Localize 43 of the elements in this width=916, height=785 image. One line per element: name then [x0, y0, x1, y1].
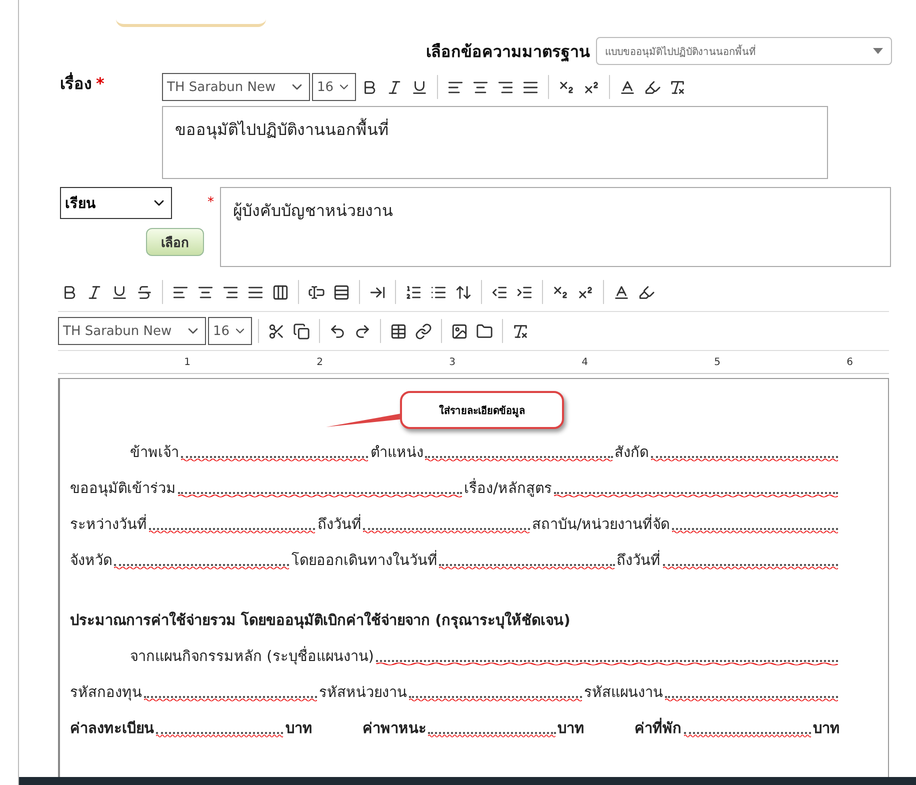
- document-text: ระหว่างวันที่: [70, 512, 147, 535]
- document-text: ค่าพาหนะ: [362, 720, 426, 739]
- dropdown-caret-icon: [873, 48, 883, 54]
- document-text: ข้าพเจ้า: [130, 444, 179, 463]
- required-mark: *: [208, 195, 214, 210]
- ruler-number: 3: [448, 356, 456, 368]
- document-text: บาท: [812, 720, 840, 739]
- ruler-number: 2: [316, 356, 323, 368]
- subject-field[interactable]: ขออนุมัติไปปฏิบัติงานนอกพื้นที่: [162, 106, 828, 179]
- required-mark: *: [96, 74, 104, 93]
- document-text: รหัสหน่วยงาน: [319, 684, 407, 703]
- standard-text-label: เลือกข้อความมาตรฐาน: [426, 40, 590, 64]
- document-text: บาท: [285, 720, 312, 739]
- callout-note: ใส่รายละเอียดข้อมูล: [400, 391, 564, 429]
- size-select[interactable]: 16: [312, 73, 356, 101]
- document-text: บาท: [558, 720, 585, 739]
- document-text: สถาบัน/หน่วยงานที่จัด: [532, 512, 670, 535]
- document-text: ค่าที่พัก: [634, 716, 682, 739]
- font-select[interactable]: TH Sarabun New: [162, 73, 310, 101]
- document-text: ขออนุมัติเข้าร่วม: [70, 480, 176, 499]
- font-select[interactable]: TH Sarabun New: [58, 317, 206, 345]
- document-text: ประมาณการค่าใช้จ่ายรวม โดยขออนุมัติเบิกค่าใช้จ่ายจาก (กรุณาระบุให้ชัดเจน): [70, 610, 570, 631]
- document-text: ถึงวันที่: [317, 512, 362, 535]
- ruler-number: 5: [713, 356, 720, 368]
- subject-label: เรื่อง: [60, 74, 92, 93]
- document-text: โดยออกเดินทางในวันที่: [291, 548, 438, 571]
- document-text: จังหวัด: [70, 552, 112, 571]
- standard-text-dropdown[interactable]: แบบขออนุมัติไปปฏิบัติงานนอกพื้นที่: [596, 37, 892, 65]
- document-text: จากแผนกิจกรรมหลัก (ระบุชื่อแผนงาน): [130, 644, 374, 667]
- document-text: สังกัด: [614, 444, 649, 463]
- document-text: ค่าลงทะเบียน: [70, 720, 154, 739]
- document-text: เรื่อง/หลักสูตร: [464, 476, 552, 499]
- document-text: ตำแหน่ง: [370, 444, 424, 463]
- document-text: รหัสกองทุน: [70, 684, 142, 703]
- choose-button[interactable]: เลือก: [146, 228, 204, 256]
- size-select[interactable]: 16: [208, 317, 252, 345]
- salutation-select[interactable]: เรียน: [60, 187, 172, 219]
- ruler-number: 4: [580, 356, 588, 368]
- recipient-field[interactable]: ผู้บังคับบัญชาหน่วยงาน: [220, 187, 891, 267]
- document-text: ถึงวันที่: [616, 548, 661, 571]
- document-text: รหัสแผนงาน: [584, 684, 663, 703]
- ruler-number: 1: [183, 356, 190, 368]
- ruler-number: 6: [846, 356, 853, 368]
